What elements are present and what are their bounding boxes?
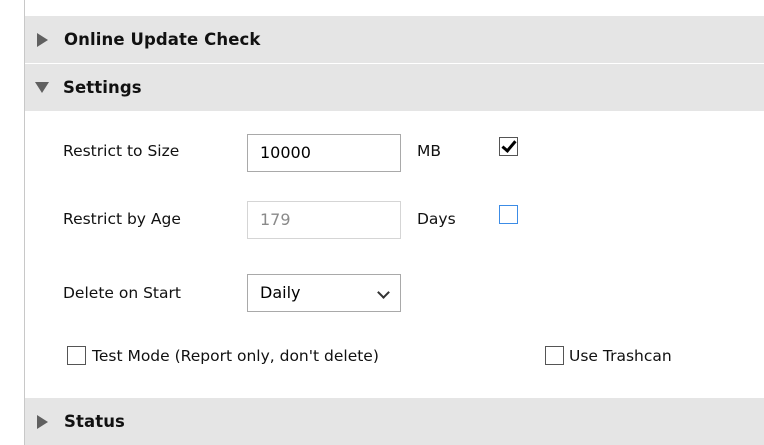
- restrict-age-checkbox[interactable]: [499, 205, 518, 224]
- restrict-size-checkbox[interactable]: [499, 137, 518, 156]
- chevron-down-icon: [377, 286, 390, 299]
- delete-on-start-value: Daily: [260, 283, 301, 302]
- age-unit-label: Days: [417, 210, 456, 228]
- section-title: Status: [64, 412, 125, 431]
- restrict-age-label: Restrict by Age: [63, 210, 181, 228]
- restrict-age-input[interactable]: 179: [247, 201, 401, 239]
- test-mode-checkbox[interactable]: [67, 346, 86, 365]
- restrict-size-input[interactable]: 10000: [247, 134, 401, 172]
- online-update-check-header[interactable]: Online Update Check: [25, 16, 764, 63]
- restrict-size-label: Restrict to Size: [63, 142, 180, 160]
- size-unit-label: MB: [417, 142, 442, 160]
- expand-arrow-icon: [37, 414, 48, 429]
- use-trashcan-checkbox[interactable]: [545, 346, 564, 365]
- expand-arrow-icon: [37, 32, 48, 47]
- section-title: Settings: [63, 78, 142, 97]
- use-trashcan-label: Use Trashcan: [569, 347, 672, 365]
- settings-header[interactable]: Settings: [25, 64, 764, 111]
- delete-on-start-label: Delete on Start: [63, 284, 181, 302]
- status-header[interactable]: Status: [25, 398, 764, 445]
- section-title: Online Update Check: [64, 30, 261, 49]
- settings-panel: Online Update Check Settings Restrict to…: [24, 0, 764, 445]
- collapse-arrow-icon: [35, 82, 49, 93]
- test-mode-label: Test Mode (Report only, don't delete): [92, 347, 379, 365]
- delete-on-start-select[interactable]: Daily: [247, 274, 401, 312]
